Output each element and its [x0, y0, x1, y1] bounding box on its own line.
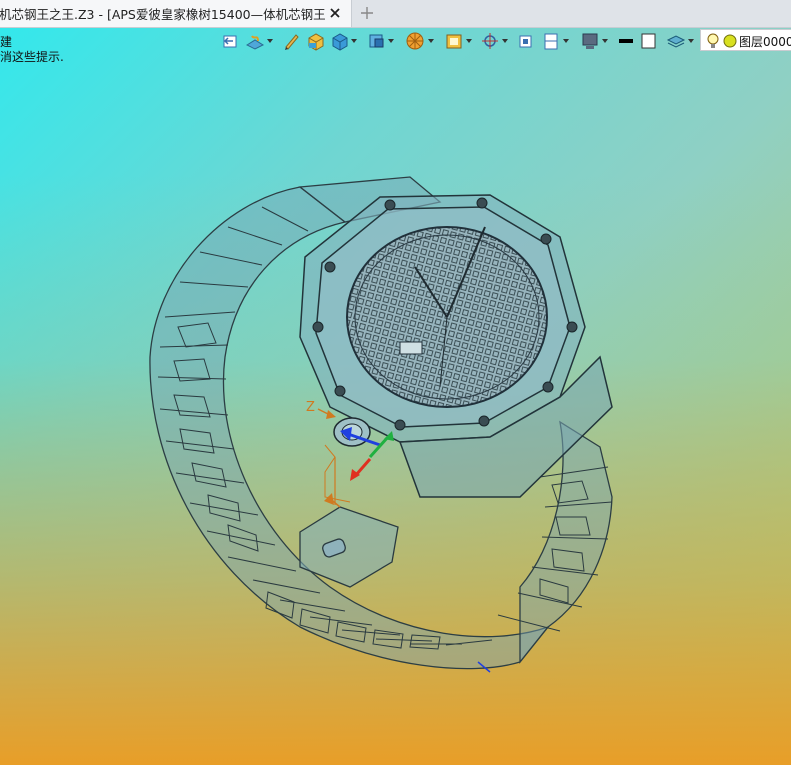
pencil-icon[interactable] — [282, 30, 300, 52]
watch-case — [299, 194, 613, 498]
z-axis-label: Z — [306, 400, 315, 415]
document-tab-bar: 机芯钢王之王.Z3 - [APS爱彼皇家橡树15400—体机芯钢王之王] — [0, 0, 791, 28]
snap-target-icon[interactable] — [480, 30, 500, 52]
section-icon[interactable] — [518, 30, 534, 52]
view-back-icon[interactable] — [221, 30, 239, 52]
document-tab-title: 机芯钢王之王.Z3 - [APS爱彼皇家橡树15400—体机芯钢王之王] — [0, 7, 325, 22]
watch-wireframe-model[interactable]: Z — [0, 27, 791, 765]
layer-color-dot-icon — [722, 33, 738, 53]
split-view-icon[interactable] — [542, 30, 560, 52]
document-tab[interactable]: 机芯钢王之王.Z3 - [APS爱彼皇家橡树15400—体机芯钢王之王] — [0, 0, 352, 27]
status-hint-line-2: 消这些提示. — [0, 50, 64, 64]
lightbulb-icon[interactable] — [706, 32, 720, 54]
color-wheel-icon[interactable] — [404, 30, 426, 52]
close-icon[interactable] — [327, 5, 343, 21]
layer-name: 图层0000 — [739, 35, 791, 49]
box-icon[interactable] — [306, 30, 326, 52]
3d-viewport[interactable]: Z 建 消这些提示. — [0, 27, 791, 765]
image-frame-icon[interactable] — [444, 30, 464, 52]
solid-shade-icon[interactable] — [330, 30, 350, 52]
sketch-plane-icon[interactable] — [244, 30, 266, 52]
display-icon[interactable] — [580, 30, 600, 52]
layer-selector[interactable]: 图层0000 — [700, 29, 791, 51]
layer-sheet-icon[interactable] — [666, 30, 686, 52]
line-color-icon[interactable] — [618, 30, 634, 52]
fill-color-icon[interactable] — [640, 30, 658, 52]
view-cube-icon[interactable] — [366, 30, 386, 52]
new-tab-plus-icon[interactable] — [358, 4, 376, 22]
crown — [333, 417, 371, 447]
